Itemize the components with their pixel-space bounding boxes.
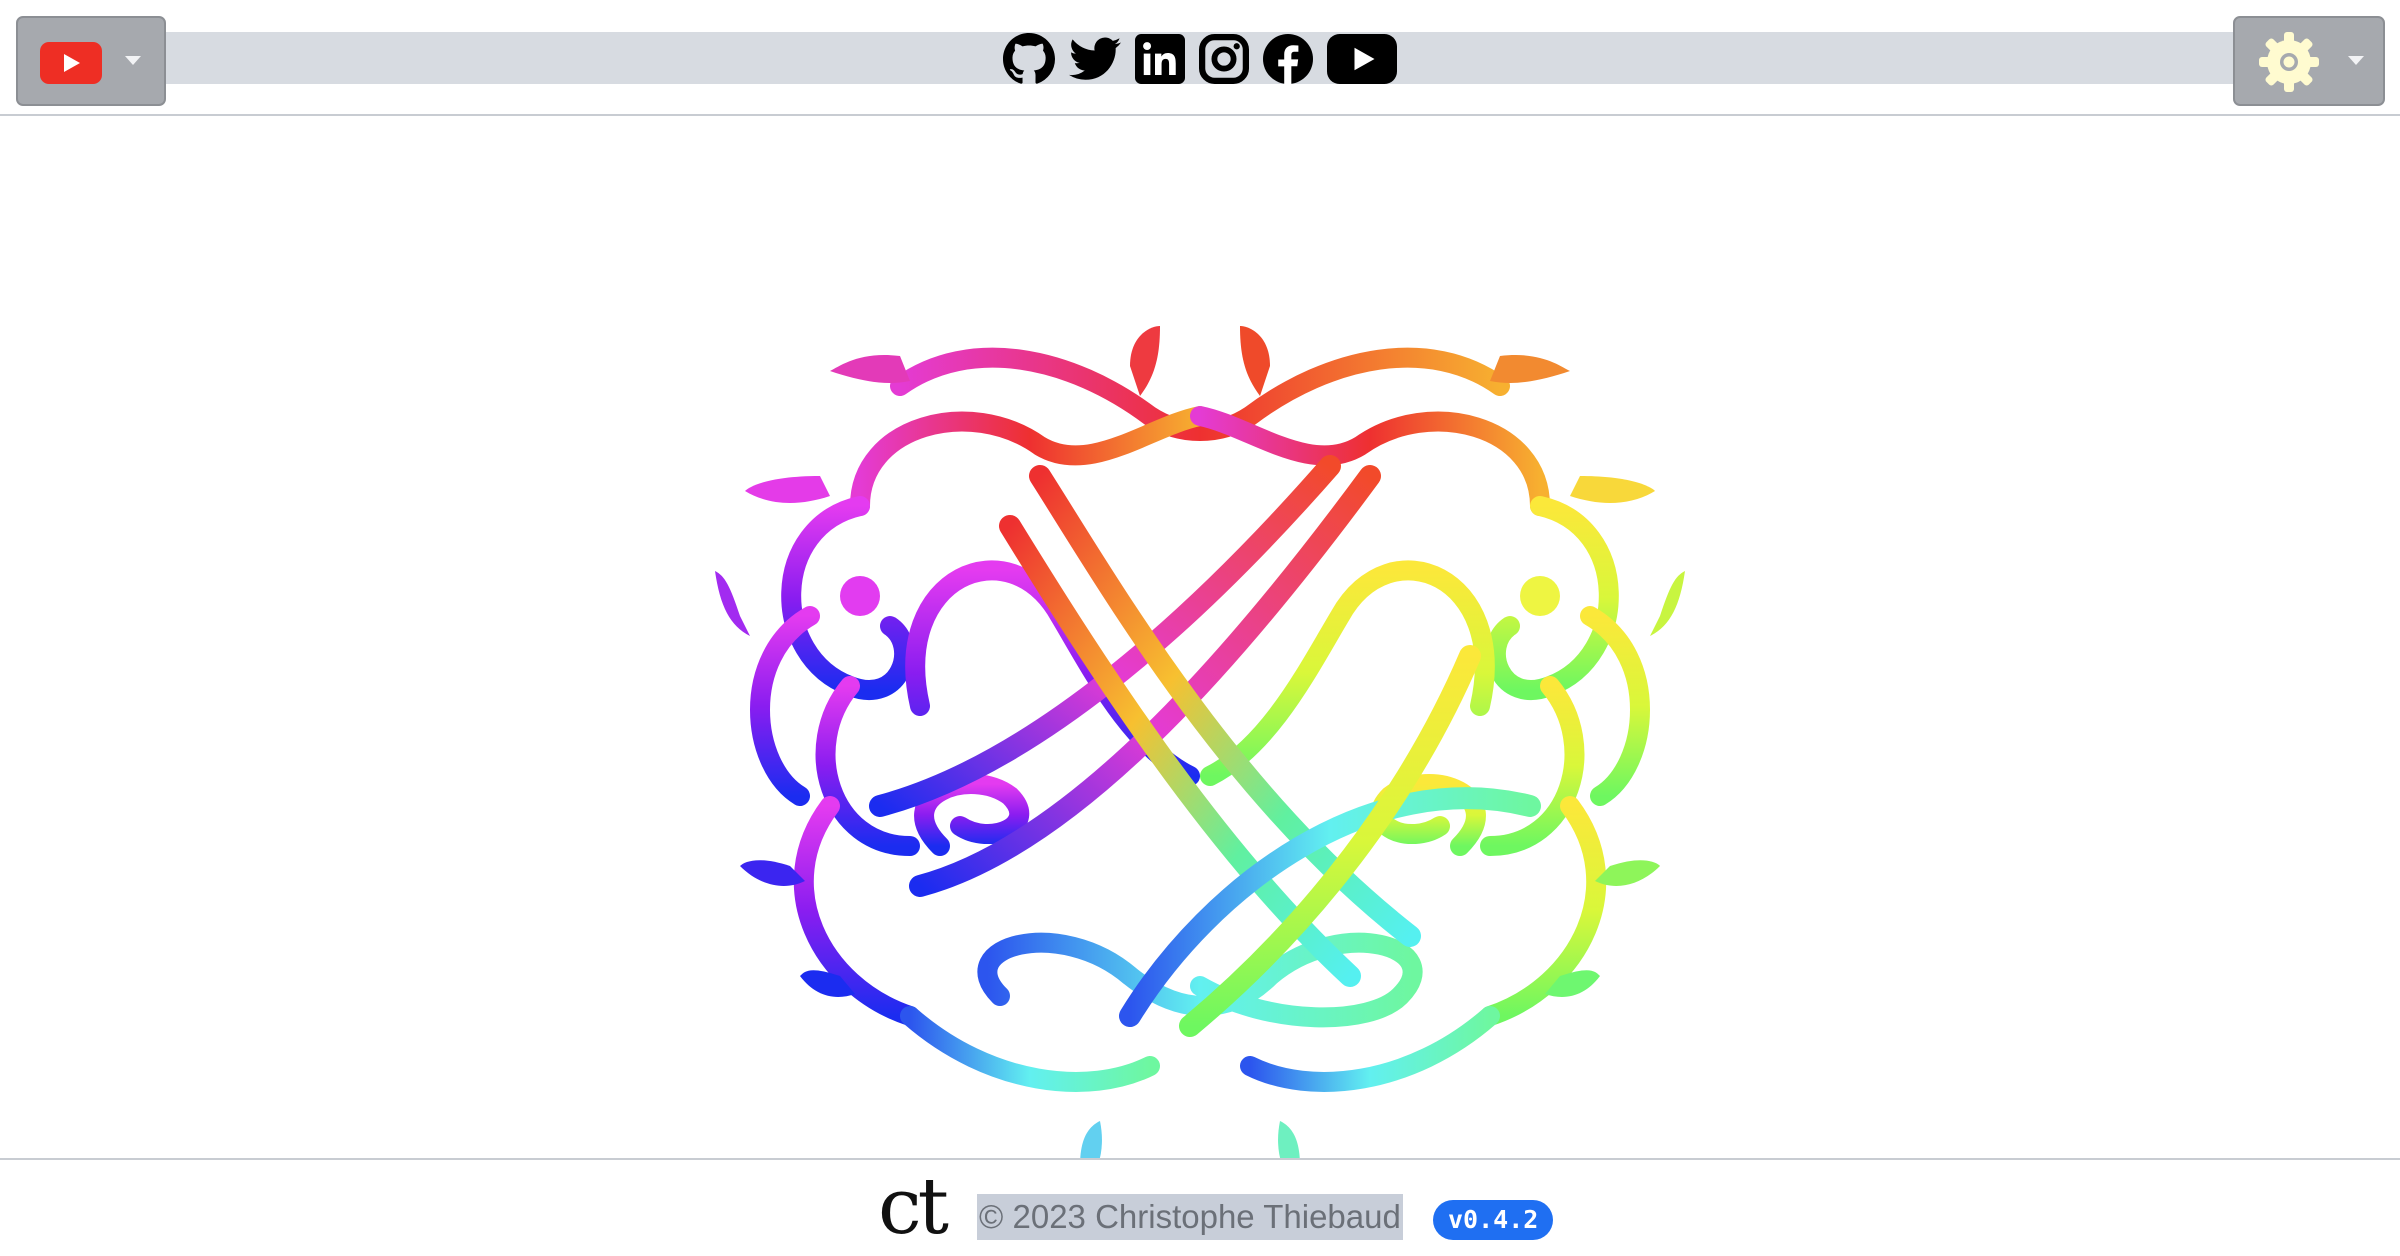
youtube-dropdown-button[interactable] bbox=[16, 16, 166, 106]
youtube-icon bbox=[40, 42, 102, 84]
main-content bbox=[0, 116, 2400, 1181]
chevron-down-icon bbox=[2348, 56, 2364, 65]
top-navbar bbox=[0, 0, 2400, 116]
facebook-icon[interactable] bbox=[1263, 34, 1313, 84]
chevron-down-icon bbox=[125, 56, 141, 65]
youtube-icon[interactable] bbox=[1327, 34, 1397, 84]
social-links bbox=[1003, 33, 1397, 84]
rainbow-monogram-image bbox=[715, 326, 1685, 1181]
github-icon[interactable] bbox=[1003, 33, 1055, 84]
footer: ct © 2023 Christophe Thiebaud v0.4.2 bbox=[0, 1158, 2400, 1256]
gear-icon bbox=[2257, 30, 2321, 94]
settings-dropdown-button[interactable] bbox=[2233, 16, 2385, 106]
linkedin-icon[interactable] bbox=[1135, 34, 1185, 84]
footer-logo[interactable]: ct bbox=[878, 1168, 949, 1246]
version-badge: v0.4.2 bbox=[1433, 1200, 1554, 1240]
twitter-icon[interactable] bbox=[1069, 34, 1121, 84]
copyright-text: © 2023 Christophe Thiebaud bbox=[977, 1194, 1403, 1240]
instagram-icon[interactable] bbox=[1199, 34, 1249, 84]
